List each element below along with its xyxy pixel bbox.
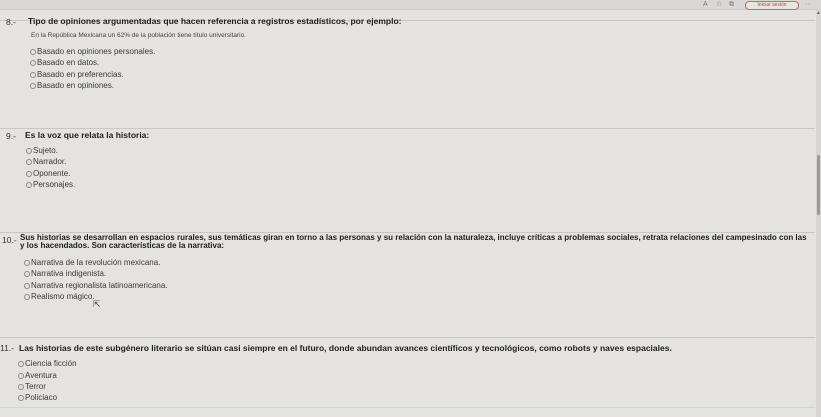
option-label: Basado en opiniones. (37, 81, 114, 90)
option-radio[interactable]: Sujeto. (26, 146, 58, 155)
radio-circle[interactable] (18, 361, 24, 367)
radio-circle[interactable] (18, 384, 24, 390)
scrollbar-thumb[interactable] (817, 155, 820, 215)
radio-circle[interactable] (24, 271, 30, 277)
question-text: Tipo de opiniones argumentadas que hacen… (28, 16, 402, 26)
option-label: Narrador. (33, 157, 67, 166)
extension-icon[interactable]: ⧉ (729, 0, 734, 9)
option-label: Terror (25, 382, 46, 391)
question-number: 9.- (6, 131, 16, 141)
radio-circle[interactable] (26, 182, 32, 188)
question-text: Las historias de este subgénero literari… (19, 343, 672, 353)
option-radio[interactable]: Ciencia ficción (18, 359, 77, 368)
radio-circle[interactable] (24, 283, 30, 289)
divider (0, 128, 815, 129)
option-label: Realismo mágico. (31, 292, 95, 301)
radio-circle[interactable] (26, 171, 32, 177)
radio-circle[interactable] (30, 49, 36, 55)
option-label: Personajes. (33, 180, 76, 189)
option-label: Policiaco (25, 393, 58, 402)
divider (0, 337, 815, 338)
question-number: 8.- (6, 17, 16, 27)
mouse-cursor-icon: ⇱ (93, 299, 101, 309)
radio-circle[interactable] (24, 260, 30, 266)
question-note: En la República Mexicana un 62% de la po… (31, 32, 246, 39)
option-radio[interactable]: Basado en preferencias. (30, 70, 124, 79)
option-radio[interactable]: Terror (18, 382, 46, 391)
question-text: Es la voz que relata la historia: (25, 130, 150, 140)
option-radio[interactable]: Narrativa de la revolución mexicana. (24, 258, 160, 267)
option-radio[interactable]: Personajes. (26, 180, 75, 189)
option-label: Basado en datos. (37, 58, 100, 67)
radio-circle[interactable] (30, 72, 36, 78)
radio-circle[interactable] (26, 159, 32, 165)
option-radio[interactable]: Narrador. (26, 157, 66, 166)
browser-toolbar: A ☆ ⧉ Iniciar sesión ··· (0, 0, 821, 10)
option-radio[interactable]: Basado en opiniones personales. (30, 47, 155, 56)
option-label: Ciencia ficción (25, 359, 77, 368)
radio-circle[interactable] (18, 373, 24, 379)
favorite-icon[interactable]: ☆ (716, 0, 722, 9)
option-label: Sujeto. (33, 146, 58, 155)
option-radio[interactable]: Oponente. (26, 169, 70, 178)
question-number: 10.- (2, 235, 17, 245)
option-radio[interactable]: Realismo mágico. (24, 292, 95, 301)
option-radio[interactable]: Narrativa indigenista. (24, 269, 106, 278)
radio-circle[interactable] (26, 148, 32, 154)
option-label: Oponente. (33, 169, 71, 178)
option-radio[interactable]: Basado en datos. (30, 58, 99, 67)
radio-circle[interactable] (30, 83, 36, 89)
option-label: Basado en preferencias. (37, 70, 124, 79)
option-radio[interactable]: Basado en opiniones. (30, 81, 114, 90)
divider (0, 407, 815, 408)
option-label: Narrativa regionalista latinoamericana. (31, 281, 168, 290)
question-text-line-2: y los hacendados. Son características de… (20, 241, 225, 250)
option-label: Basado en opiniones personales. (37, 47, 156, 56)
more-icon[interactable]: ··· (805, 0, 812, 9)
question-number: 11.- (0, 343, 15, 353)
radio-circle[interactable] (18, 395, 24, 401)
radio-circle[interactable] (30, 60, 36, 66)
option-label: Narrativa indigenista. (31, 269, 107, 278)
option-radio[interactable]: Narrativa regionalista latinoamericana. (24, 281, 168, 290)
sign-in-button[interactable]: Iniciar sesión (745, 1, 799, 10)
option-radio[interactable]: Policiaco (18, 393, 57, 402)
scroll-up-icon[interactable]: ▲ (816, 10, 821, 16)
option-label: Narrativa de la revolución mexicana. (31, 258, 161, 267)
text-size-icon[interactable]: A (703, 0, 708, 9)
radio-circle[interactable] (24, 294, 30, 300)
option-radio[interactable]: Aventura (18, 371, 57, 380)
option-label: Aventura (25, 371, 57, 380)
scrollbar[interactable]: ▲ (816, 10, 821, 417)
